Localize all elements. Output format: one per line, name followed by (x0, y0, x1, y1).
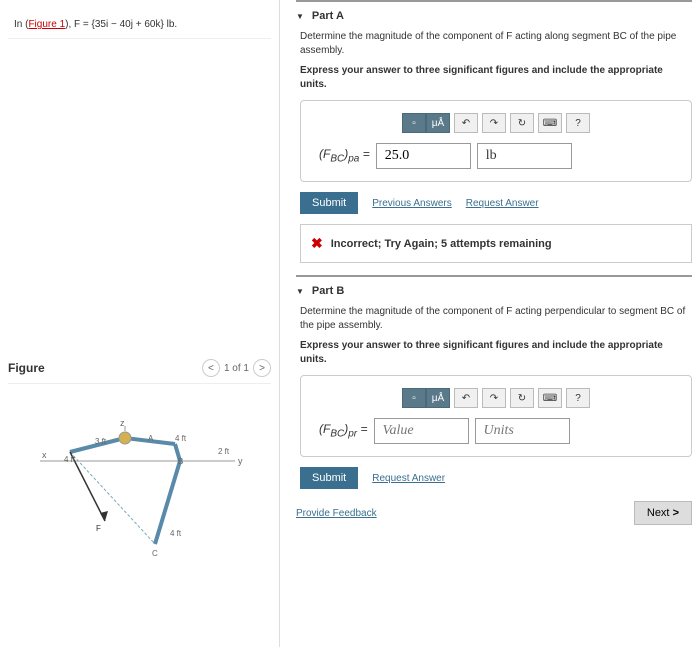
svg-text:C: C (152, 549, 158, 558)
part-a-prompt: Determine the magnitude of the component… (300, 30, 692, 58)
reset-icon[interactable]: ↻ (510, 388, 534, 408)
part-a-submit-button[interactable]: Submit (300, 192, 358, 214)
part-a-feedback: ✖ Incorrect; Try Again; 5 attempts remai… (300, 224, 692, 263)
part-b-title: Part B (312, 285, 344, 297)
problem-statement: In (Figure 1), F = {35i − 40j + 60k} lb. (8, 12, 271, 39)
problem-suffix: ), F = {35i − 40j + 60k} lb. (65, 19, 177, 30)
part-b-header[interactable]: ▼ Part B (296, 277, 692, 305)
svg-text:4 ft: 4 ft (175, 434, 187, 443)
figure-nav: < 1 of 1 > (202, 359, 271, 377)
part-a-feedback-text: Incorrect; Try Again; 5 attempts remaini… (331, 238, 552, 250)
special-char-icon[interactable]: μÅ (426, 388, 450, 408)
reset-icon[interactable]: ↻ (510, 113, 534, 133)
part-b-request-answer-link[interactable]: Request Answer (372, 473, 445, 484)
svg-text:2 ft: 2 ft (218, 447, 230, 456)
next-button[interactable]: Next > (634, 501, 692, 525)
svg-text:z: z (120, 418, 125, 428)
part-b-instruct: Express your answer to three significant… (300, 339, 692, 367)
redo-icon[interactable]: ↷ (482, 388, 506, 408)
figure-image: y x z 3 ft 4 ft 2 ft 4 ft B A (20, 396, 260, 576)
right-panel: ▼ Part A Determine the magnitude of the … (280, 0, 700, 647)
part-b-prompt: Determine the magnitude of the component… (300, 305, 692, 333)
part-a-var-label: (FBC)pa = (319, 147, 370, 164)
part-a-value-input[interactable] (376, 143, 471, 169)
left-panel: In (Figure 1), F = {35i − 40j + 60k} lb.… (0, 0, 280, 647)
figure-section: Figure < 1 of 1 > y x z (8, 359, 271, 576)
part-a-instruct: Express your answer to three significant… (300, 64, 692, 92)
help-icon[interactable]: ? (566, 113, 590, 133)
keyboard-icon[interactable]: ⌨ (538, 388, 562, 408)
chevron-down-icon: ▼ (296, 287, 304, 296)
template-icon[interactable]: ▫ (402, 388, 426, 408)
part-b-units-input[interactable] (475, 418, 570, 444)
part-a-section: ▼ Part A Determine the magnitude of the … (296, 0, 692, 263)
svg-text:4 ft: 4 ft (64, 455, 76, 464)
undo-icon[interactable]: ↶ (454, 113, 478, 133)
help-icon[interactable]: ? (566, 388, 590, 408)
part-a-request-answer-link[interactable]: Request Answer (466, 198, 539, 209)
redo-icon[interactable]: ↷ (482, 113, 506, 133)
keyboard-icon[interactable]: ⌨ (538, 113, 562, 133)
part-a-answer-box: ▫ μÅ ↶ ↷ ↻ ⌨ ? (FBC)pa = (300, 100, 692, 182)
provide-feedback-link[interactable]: Provide Feedback (296, 508, 377, 519)
svg-text:3 ft: 3 ft (95, 437, 107, 446)
part-a-units-input[interactable] (477, 143, 572, 169)
part-a-previous-answers-link[interactable]: Previous Answers (372, 198, 451, 209)
undo-icon[interactable]: ↶ (454, 388, 478, 408)
figure-next-button[interactable]: > (253, 359, 271, 377)
incorrect-icon: ✖ (311, 235, 323, 252)
part-b-section: ▼ Part B Determine the magnitude of the … (296, 275, 692, 489)
figure-link[interactable]: Figure 1 (28, 19, 65, 30)
problem-prefix: In ( (14, 19, 28, 30)
part-b-answer-box: ▫ μÅ ↶ ↷ ↻ ⌨ ? (FBC)pr = (300, 375, 692, 457)
figure-prev-button[interactable]: < (202, 359, 220, 377)
special-char-icon[interactable]: μÅ (426, 113, 450, 133)
template-icon[interactable]: ▫ (402, 113, 426, 133)
part-b-submit-button[interactable]: Submit (300, 467, 358, 489)
figure-nav-text: 1 of 1 (224, 363, 249, 374)
part-a-title: Part A (312, 10, 344, 22)
svg-text:x: x (42, 450, 47, 460)
chevron-down-icon: ▼ (296, 12, 304, 21)
svg-text:y: y (238, 456, 243, 466)
part-a-header[interactable]: ▼ Part A (296, 2, 692, 30)
part-b-toolbar: ▫ μÅ ↶ ↷ ↻ ⌨ ? (319, 388, 673, 408)
svg-text:A: A (148, 434, 154, 443)
svg-text:4 ft: 4 ft (170, 529, 182, 538)
part-b-value-input[interactable] (374, 418, 469, 444)
part-a-toolbar: ▫ μÅ ↶ ↷ ↻ ⌨ ? (319, 113, 673, 133)
svg-text:F: F (96, 524, 101, 533)
figure-title: Figure (8, 361, 45, 375)
part-b-var-label: (FBC)pr = (319, 422, 368, 439)
svg-text:B: B (178, 457, 183, 466)
next-label: Next (647, 507, 670, 519)
